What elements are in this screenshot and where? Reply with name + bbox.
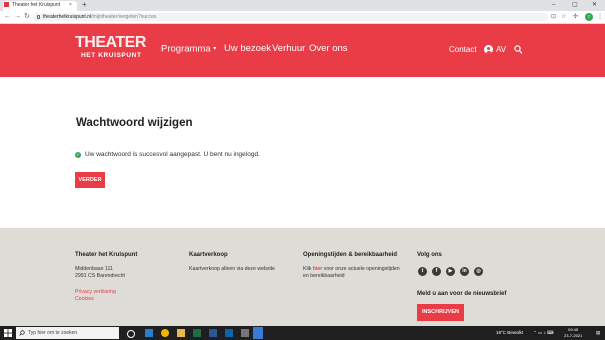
address-city: 2991 CS Barendrecht <box>75 273 125 279</box>
page-title: Wachtwoord wijzigen <box>76 117 193 129</box>
linkedin-icon[interactable]: in <box>460 267 469 276</box>
footer-heading-kaartverkoop: Kaartverkoop <box>189 252 228 258</box>
clock-date: 23-7-2021 <box>564 333 583 338</box>
nav-verhuur[interactable]: Verhuur <box>272 43 305 55</box>
logo-theater[interactable]: THEATER <box>75 35 146 51</box>
nav-uw-bezoek[interactable]: Uw bezoek <box>224 43 271 55</box>
footer-heading-openingstijden: Openingstijden & bereikbaarheid <box>303 252 398 258</box>
profile-avatar[interactable]: T <box>585 13 593 21</box>
instagram-icon[interactable]: ◎ <box>474 267 483 276</box>
close-window-icon[interactable]: ✕ <box>592 0 597 10</box>
contact-link[interactable]: Contact <box>449 44 477 55</box>
tray-icons[interactable]: ⌃ ▭ ♪ ⌨ <box>533 327 554 339</box>
lock-icon[interactable] <box>37 15 40 19</box>
taskbar-clock[interactable]: 09:45 23-7-2021 <box>564 327 582 339</box>
twitter-icon[interactable]: t <box>418 267 427 276</box>
footer-heading-volg-ons: Volg ons <box>417 252 442 258</box>
forward-icon[interactable]: → <box>14 11 21 23</box>
weather-status[interactable]: 19°C Bewolkt <box>496 327 523 339</box>
extensions-puzzle-icon[interactable]: ✣ <box>573 12 578 22</box>
bookmark-star-icon[interactable]: ☆ <box>561 12 566 22</box>
app-icon[interactable] <box>241 329 249 337</box>
nav-programma[interactable]: Programma ▾ <box>161 43 216 56</box>
reload-icon[interactable]: ↻ <box>24 11 30 23</box>
address-street: Middenbaan 111 <box>75 266 113 272</box>
user-initials[interactable]: AV <box>496 44 506 55</box>
menu-icon[interactable]: ⋮ <box>597 12 603 22</box>
back-icon[interactable]: ← <box>4 11 11 23</box>
maximize-icon[interactable]: ▢ <box>572 0 578 10</box>
openingstijden-text-before: Klik <box>303 266 313 272</box>
nav-over-ons[interactable]: Over ons <box>309 43 348 55</box>
facebook-icon[interactable]: f <box>432 267 441 276</box>
minimize-icon[interactable]: – <box>552 0 555 10</box>
youtube-icon[interactable]: ▶ <box>446 267 455 276</box>
openingstijden-text: Klik hier voor onze actuele openingstijd… <box>303 266 400 273</box>
chevron-down-icon: ▾ <box>213 46 217 52</box>
cookies-link[interactable]: Cookies <box>75 296 94 303</box>
extension-icon[interactable]: ⊡ <box>551 12 556 22</box>
url-domain: theaterhetkruispunt.nl <box>43 14 92 20</box>
verder-button[interactable]: VERDER <box>75 172 105 188</box>
new-tab-button[interactable]: + <box>82 0 87 10</box>
success-message: Uw wachtwoord is succesvol aangepast. U … <box>85 151 260 158</box>
logo-subtitle[interactable]: HET KRUISPUNT <box>81 52 142 59</box>
taskbar-search-placeholder: Typ hier om te zoeken <box>28 330 78 336</box>
chrome-icon[interactable] <box>161 329 169 337</box>
footer-heading-theater: Theater het Kruispunt <box>75 252 138 258</box>
file-explorer-icon[interactable] <box>177 329 185 337</box>
kaartverkoop-text: Kaartverkoop alleen via deze website <box>189 266 275 272</box>
edge-icon[interactable] <box>145 329 153 337</box>
openingstijden-text-line2: en bereikbaarheid <box>303 273 345 279</box>
check-icon: ✓ <box>75 152 81 158</box>
nav-programma-label: Programma <box>161 43 211 55</box>
openingstijden-link[interactable]: hier <box>313 266 323 272</box>
active-app-icon[interactable] <box>253 327 263 339</box>
notifications-icon[interactable]: ▤ <box>596 327 600 339</box>
inschrijven-button[interactable]: INSCHRIJVEN <box>417 304 464 321</box>
privacy-link[interactable]: Privacy verklaring <box>75 289 116 296</box>
tab-favicon <box>4 2 9 7</box>
openingstijden-text-after: voor onze actuele openingstijden <box>322 266 400 272</box>
tab-title: Theater het Kruispunt <box>12 2 61 8</box>
browser-tab-strip <box>0 0 605 11</box>
newsletter-heading: Meld u aan voor de nieuwsbrief <box>417 291 507 297</box>
taskbar-search-icon <box>19 330 25 336</box>
outlook-icon[interactable] <box>225 329 233 337</box>
windows-start-icon[interactable] <box>4 329 12 337</box>
url-text: theaterhetkruispunt.nl/mijntheater/verge… <box>43 13 156 21</box>
user-icon[interactable] <box>484 45 493 54</box>
excel-icon[interactable] <box>193 329 201 337</box>
tab-close-icon[interactable]: × <box>69 1 72 9</box>
url-path: /mijntheater/vergeten?succes <box>91 14 157 20</box>
cortana-icon[interactable] <box>127 330 135 338</box>
search-icon[interactable] <box>514 45 522 55</box>
word-icon[interactable] <box>209 329 217 337</box>
